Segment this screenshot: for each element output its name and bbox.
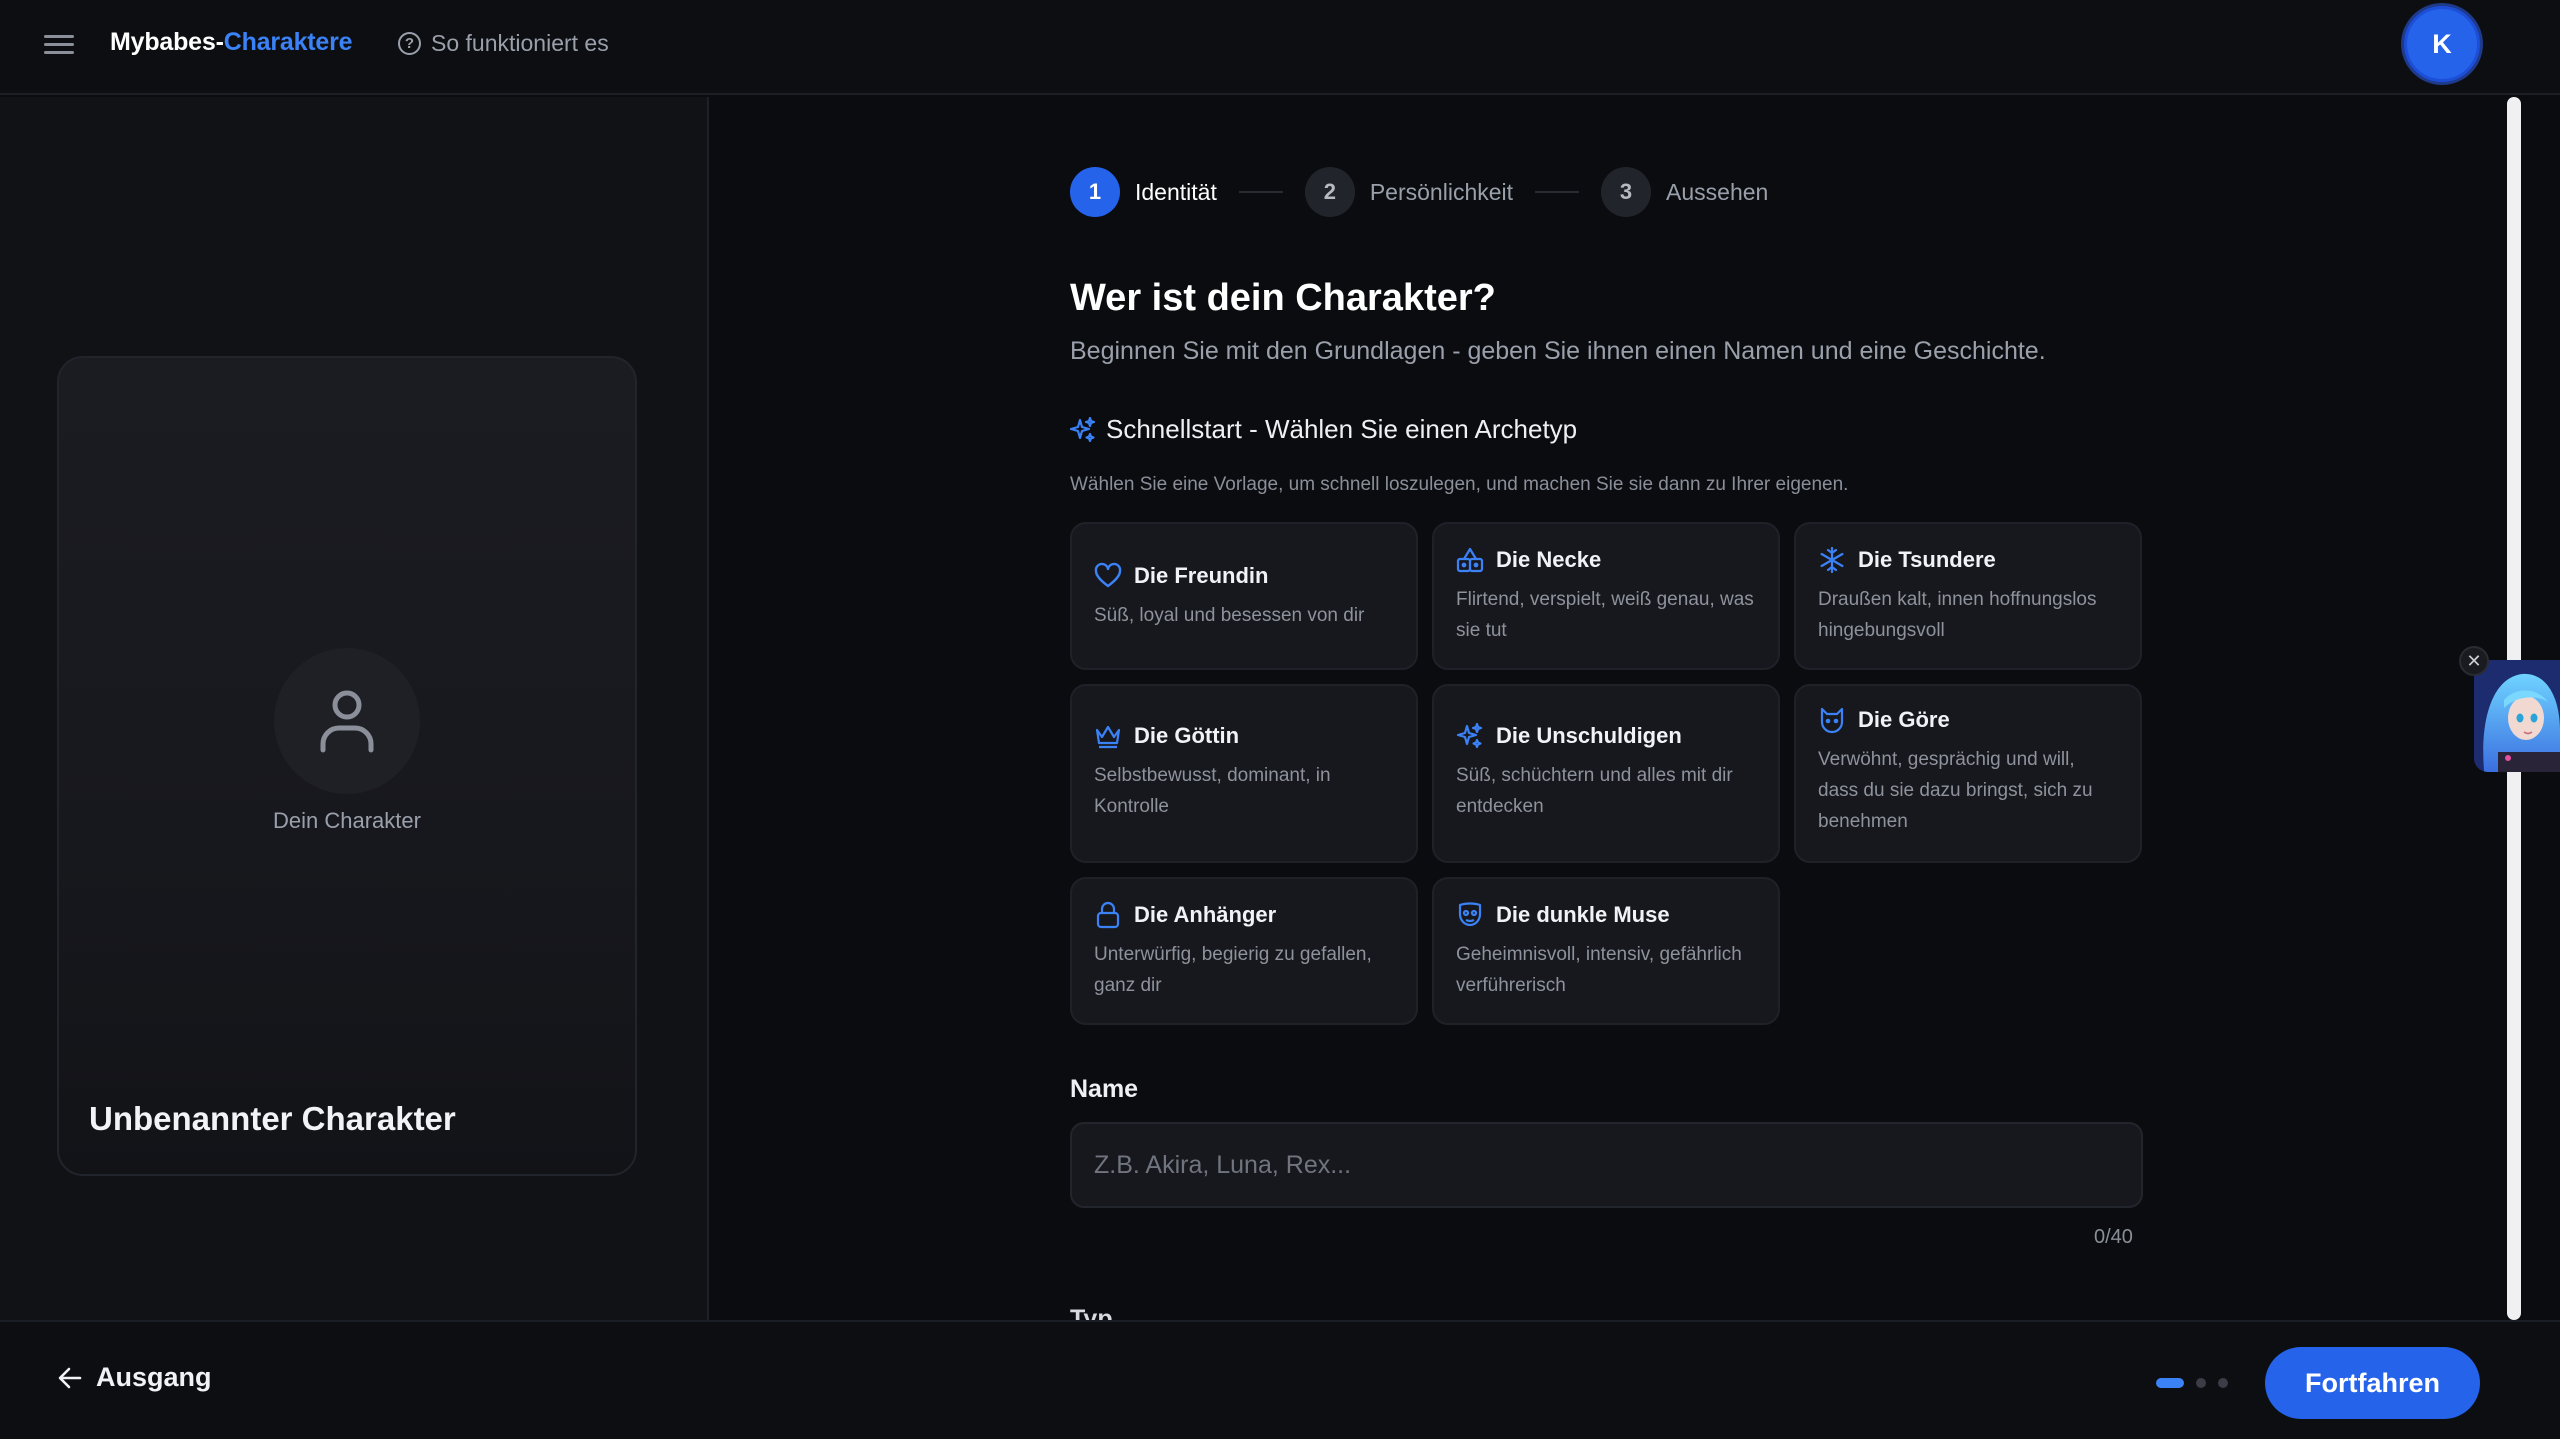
archetype-description: Selbstbewusst, dominant, in Kontrolle — [1094, 765, 1331, 817]
exit-button[interactable]: Ausgang — [58, 1362, 212, 1393]
heart-icon — [1094, 562, 1122, 588]
top-bar: Mybabes-Charaktere ? So funktioniert es … — [0, 0, 2560, 95]
archetype-card-tsundere[interactable]: Die Tsundere Draußen kalt, innen hoffnun… — [1794, 522, 2142, 670]
archetype-card-girlfriend[interactable]: Die Freundin Süß, loyal und besessen von… — [1070, 522, 1418, 670]
dice-icon — [1456, 547, 1484, 573]
archetype-card-goddess[interactable]: Die Göttin Selbstbewusst, dominant, in K… — [1070, 684, 1418, 863]
preview-caption: Dein Charakter — [273, 808, 421, 833]
step-connector — [1238, 191, 1283, 193]
step-label: Aussehen — [1666, 178, 1769, 205]
archetype-card-brat[interactable]: Die Göre Verwöhnt, gesprächig und will, … — [1794, 684, 2142, 863]
archetype-card-dark-muse[interactable]: Die dunkle Muse Geheimnisvoll, intensiv,… — [1432, 877, 1780, 1025]
name-char-counter: 0/40 — [2094, 1226, 2133, 1248]
user-avatar[interactable]: K — [2404, 6, 2480, 82]
archetype-description: Süß, loyal und besessen von dir — [1094, 605, 1365, 626]
page-title: Wer ist dein Charakter? — [1070, 277, 1496, 319]
step-identity[interactable]: 1 Identität — [1070, 167, 1217, 217]
progress-dot — [2196, 1378, 2206, 1388]
page-subtitle: Beginnen Sie mit den Grundlagen - geben … — [1070, 337, 2046, 365]
archetype-card-tease[interactable]: Die Necke Flirtend, verspielt, weiß gena… — [1432, 522, 1780, 670]
arrow-left-icon — [58, 1367, 82, 1388]
bottom-bar: Ausgang Fortfahren — [0, 1320, 2560, 1439]
step-label: Identität — [1135, 178, 1217, 205]
question-circle-icon: ? — [398, 32, 421, 55]
archetype-name: Die Unschuldigen — [1496, 723, 1682, 748]
how-it-works-label: So funktioniert es — [431, 30, 609, 56]
brand-accent: Charaktere — [223, 28, 353, 56]
step-connector — [1535, 191, 1580, 193]
character-name-preview: Unbenannter Charakter — [89, 1100, 456, 1137]
sparkles-icon — [1456, 722, 1483, 749]
brand-name: Mybabes- — [110, 28, 224, 56]
mask-icon — [1458, 902, 1482, 927]
main-content: 1 Identität 2 Persönlichkeit 3 Aussehen … — [711, 97, 2501, 1320]
archetype-description: Geheimnisvoll, intensiv, gefährlich verf… — [1456, 944, 1742, 996]
anime-character-image — [2474, 660, 2560, 772]
type-label: Typ — [1070, 1305, 1113, 1320]
progress-dots — [2156, 1378, 2228, 1388]
archetype-name: Die Anhänger — [1134, 902, 1277, 927]
archetype-name: Die Freundin — [1134, 563, 1269, 588]
stepper: 1 Identität 2 Persönlichkeit 3 Aussehen — [1070, 167, 1768, 217]
step-personality[interactable]: 2 Persönlichkeit — [1304, 167, 1514, 217]
character-preview-card: Dein Charakter Unbenannter Charakter — [57, 356, 637, 1176]
snowflake-icon — [1820, 546, 1844, 574]
exit-label: Ausgang — [96, 1362, 212, 1392]
archetype-description: Unterwürfig, begierig zu gefallen, ganz … — [1094, 944, 1372, 996]
cat-icon — [1820, 707, 1844, 734]
preview-panel: Dein Charakter Unbenannter Charakter — [0, 97, 709, 1320]
archetype-description: Süß, schüchtern und alles mit dir entdec… — [1456, 765, 1733, 817]
how-it-works-link[interactable]: ? So funktioniert es — [398, 30, 609, 57]
lock-icon — [1096, 901, 1120, 929]
name-label: Name — [1070, 1075, 1139, 1103]
archetype-description: Verwöhnt, gesprächig und will, dass du s… — [1818, 749, 2093, 832]
name-input[interactable] — [1070, 1122, 2143, 1208]
close-icon[interactable]: ✕ — [2459, 646, 2489, 676]
archetype-name: Die Göre — [1858, 707, 1950, 732]
step-number: 2 — [1304, 167, 1355, 217]
brand-logo[interactable]: Mybabes-Charaktere — [110, 28, 353, 57]
step-number: 3 — [1601, 167, 1652, 217]
continue-button[interactable]: Fortfahren — [2265, 1347, 2480, 1419]
step-appearance[interactable]: 3 Aussehen — [1601, 167, 1768, 217]
crown-icon — [1095, 725, 1121, 749]
avatar-placeholder — [274, 648, 420, 794]
step-label: Persönlichkeit — [1369, 178, 1514, 205]
archetype-name: Die dunkle Muse — [1496, 902, 1670, 927]
menu-icon[interactable] — [44, 30, 74, 60]
quickstart-title-text: Schnellstart - Wählen Sie einen Archetyp — [1106, 414, 1578, 444]
archetype-description: Flirtend, verspielt, weiß genau, was sie… — [1456, 589, 1754, 641]
progress-dot-active — [2156, 1378, 2184, 1388]
progress-dot — [2218, 1378, 2228, 1388]
sparkles-icon — [1070, 416, 1096, 442]
user-icon — [320, 690, 374, 753]
archetype-name: Die Tsundere — [1858, 547, 1996, 572]
archetype-description: Draußen kalt, innen hoffnungslos hingebu… — [1818, 589, 2097, 641]
archetype-name: Die Göttin — [1134, 723, 1240, 748]
quickstart-title: Schnellstart - Wählen Sie einen Archetyp — [1070, 414, 1577, 445]
archetype-card-innocent[interactable]: Die Unschuldigen Süß, schüchtern und all… — [1432, 684, 1780, 863]
companion-avatar-widget[interactable] — [2474, 660, 2560, 772]
archetype-name: Die Necke — [1496, 547, 1602, 572]
quickstart-description: Wählen Sie eine Vorlage, um schnell losz… — [1070, 474, 1849, 495]
archetype-card-follower[interactable]: Die Anhänger Unterwürfig, begierig zu ge… — [1070, 877, 1418, 1025]
step-number: 1 — [1070, 167, 1120, 217]
